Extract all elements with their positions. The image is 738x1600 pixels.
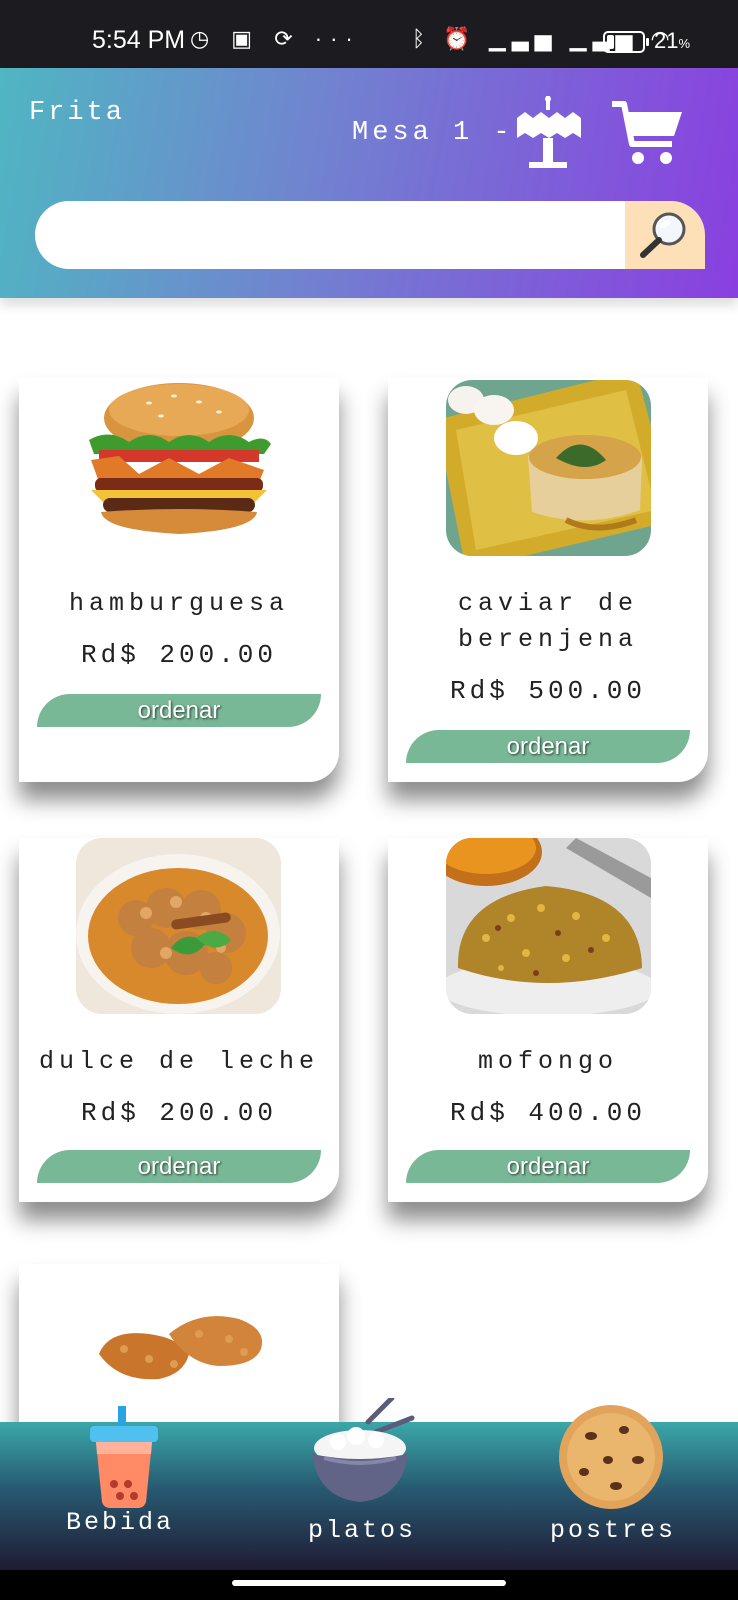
nav-postres[interactable]: postres — [530, 1405, 690, 1570]
bottom-navigation: Bebida platos postres — [0, 1398, 738, 1570]
nav-bebida[interactable]: Bebida — [50, 1406, 200, 1570]
product-price: Rd$ 400.00 — [449, 1098, 647, 1128]
nav-platos[interactable]: platos — [290, 1398, 440, 1570]
brand-name: Frita — [29, 98, 126, 128]
rice-bowl-icon — [312, 1398, 415, 1502]
product-card: caviar de berenjena Rd$ 500.00 ordenar — [388, 378, 708, 782]
product-image-dulce — [76, 838, 281, 1014]
mofongo-image — [446, 838, 651, 1014]
product-price: Rd$ 200.00 — [80, 640, 278, 670]
search-button[interactable] — [625, 201, 705, 269]
product-price: Rd$ 200.00 — [80, 1098, 278, 1128]
nav-label: Bebida — [66, 1508, 175, 1537]
order-button[interactable]: ordenar — [37, 694, 321, 727]
product-name: mofongo — [477, 1047, 619, 1076]
magnifier-icon — [640, 212, 686, 258]
system-navigation-bar — [0, 1570, 738, 1600]
status-time: 5:54 PM — [92, 26, 186, 54]
drink-icon — [90, 1406, 158, 1508]
order-button[interactable]: ordenar — [406, 1150, 690, 1183]
status-left-icons: ◷ ▣ ⟳ ··· — [190, 26, 361, 51]
order-button[interactable]: ordenar — [37, 1150, 321, 1183]
burger-image — [89, 383, 271, 534]
product-name: hamburguesa — [68, 589, 290, 618]
status-bar: 5:54 PM ◷ ▣ ⟳ ··· ᛒ ⏰ ▁▃▅ ▁▃▅ ◠ 21% — [0, 0, 738, 68]
product-name: dulce de leche — [38, 1047, 320, 1076]
product-card: hamburguesa Rd$ 200.00 ordenar — [19, 378, 339, 782]
search-input[interactable] — [35, 201, 626, 269]
product-image-caviar — [446, 380, 651, 556]
nav-label: postres — [550, 1516, 677, 1545]
product-image-fried-chicken — [89, 1304, 269, 1394]
home-indicator[interactable] — [232, 1580, 506, 1586]
product-price: Rd$ 500.00 — [449, 676, 647, 706]
fried-chicken-image — [99, 1316, 263, 1380]
product-name: caviar de berenjena — [457, 589, 639, 654]
dulce-image — [76, 838, 281, 1014]
nav-label: platos — [308, 1516, 417, 1545]
product-image-mofongo — [446, 838, 651, 1014]
table-label: Mesa 1 - — [352, 118, 514, 148]
cart-icon[interactable] — [610, 100, 684, 168]
app-header: Frita Mesa 1 - — [0, 68, 738, 298]
table-icon[interactable] — [515, 96, 585, 174]
product-image-burger — [79, 378, 279, 548]
order-button[interactable]: ordenar — [406, 730, 690, 763]
product-card: mofongo Rd$ 400.00 ordenar — [388, 838, 708, 1202]
caviar-image — [446, 380, 651, 556]
battery-icon — [603, 31, 649, 53]
battery-percent: 21% — [654, 28, 691, 53]
cookie-icon — [559, 1405, 663, 1509]
product-card: dulce de leche Rd$ 200.00 ordenar — [19, 838, 339, 1202]
